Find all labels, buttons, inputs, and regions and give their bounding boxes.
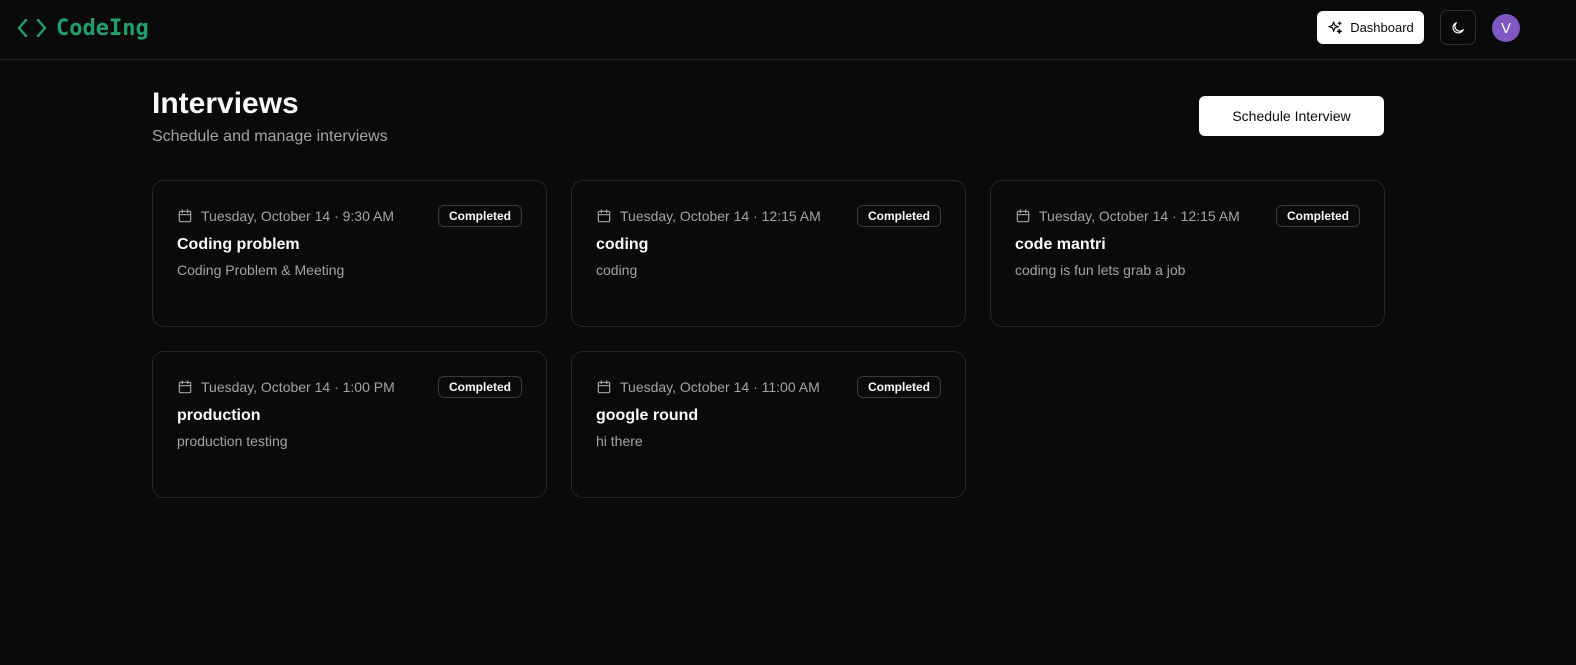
interview-description: coding [596,262,638,278]
interview-card[interactable]: Tuesday, October 14 · 1:00 PM Completed … [152,351,547,498]
dashboard-button[interactable]: Dashboard [1317,11,1424,44]
status-badge: Completed [437,205,522,227]
interview-datetime: Tuesday, October 14 · 9:30 AM [177,208,394,224]
page-subtitle: Schedule and manage interviews [152,128,388,145]
interview-datetime: Tuesday, October 14 · 12:15 AM [1015,208,1240,224]
interview-datetime: Tuesday, October 14 · 11:00 AM [596,379,820,395]
code-brackets-icon [17,18,47,38]
brand-logo[interactable]: CodeIng [16,14,149,42]
status-badge: Completed [856,376,941,398]
interview-title: google round [596,407,699,424]
interview-title: coding [596,236,649,253]
status-badge: Completed [1275,205,1360,227]
top-navbar: CodeIng Dashboard V [0,0,1576,60]
interview-description: hi there [596,433,643,449]
schedule-interview-button[interactable]: Schedule Interview [1199,96,1384,136]
interview-datetime-text: Tuesday, October 14 · 12:15 AM [620,208,821,224]
interview-card[interactable]: Tuesday, October 14 · 12:15 AM Completed… [571,180,966,327]
brand-name: CodeIng [56,15,149,41]
interview-description: Coding Problem & Meeting [177,262,345,278]
interview-description: coding is fun lets grab a job [1015,262,1186,278]
calendar-icon [597,380,611,394]
interview-card[interactable]: Tuesday, October 14 · 11:00 AM Completed… [571,351,966,498]
moon-icon [1452,21,1464,33]
interview-card[interactable]: Tuesday, October 14 · 12:15 AM Completed… [990,180,1385,327]
interview-datetime-text: Tuesday, October 14 · 1:00 PM [201,379,395,395]
page-title: Interviews [152,87,299,120]
interview-title: Coding problem [177,236,300,253]
status-badge: Completed [856,205,941,227]
interview-title: code mantri [1015,236,1106,253]
interview-datetime-text: Tuesday, October 14 · 9:30 AM [201,208,394,224]
interview-datetime-text: Tuesday, October 14 · 11:00 AM [620,379,820,395]
interview-datetime: Tuesday, October 14 · 1:00 PM [177,379,395,395]
theme-toggle-button[interactable] [1440,10,1476,45]
dashboard-label: Dashboard [1350,20,1414,35]
interview-card[interactable]: Tuesday, October 14 · 9:30 AM Completed … [152,180,547,327]
calendar-icon [597,209,611,223]
interview-grid: Tuesday, October 14 · 9:30 AM Completed … [152,180,1385,498]
interview-description: production testing [177,433,288,449]
interview-title: production [177,407,261,424]
calendar-icon [178,209,192,223]
calendar-icon [1016,209,1030,223]
interview-datetime-text: Tuesday, October 14 · 12:15 AM [1039,208,1240,224]
interview-datetime: Tuesday, October 14 · 12:15 AM [596,208,821,224]
user-avatar[interactable]: V [1492,14,1520,42]
sparkles-icon [1328,20,1343,34]
status-badge: Completed [437,376,522,398]
calendar-icon [178,380,192,394]
